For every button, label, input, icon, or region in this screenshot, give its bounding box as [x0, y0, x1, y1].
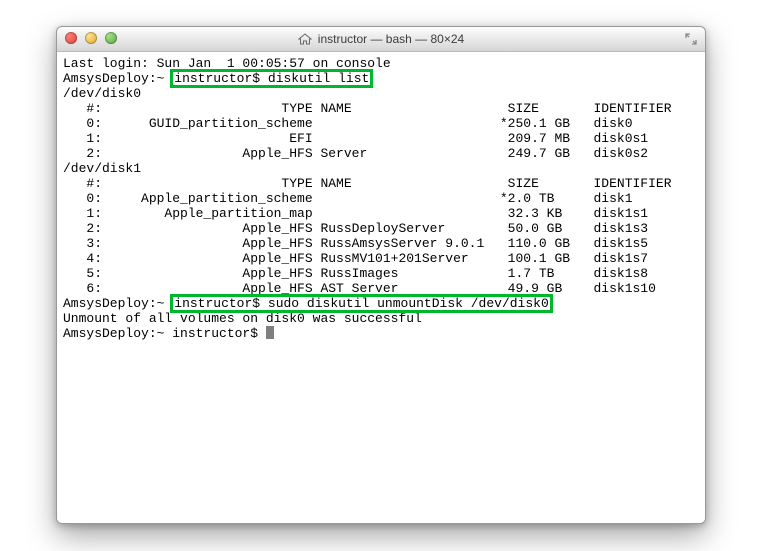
prompt-host: AmsysDeploy: [63, 71, 149, 86]
table-row: 0: Apple_partition_scheme *2.0 TB disk1: [63, 191, 633, 206]
cursor-icon: [266, 326, 274, 339]
prompt-user: instructor: [174, 296, 252, 311]
command-1: diskutil list: [268, 71, 369, 86]
terminal-window: instructor — bash — 80×24 Last login: Su…: [56, 26, 706, 524]
result-line: Unmount of all volumes on disk0 was succ…: [63, 311, 422, 326]
disk1-header: #: TYPE NAME SIZE IDENTIFIER: [63, 176, 672, 191]
table-row: 6: Apple_HFS AST Server 49.9 GB disk1s10: [63, 281, 656, 296]
trailing-prompt: AmsysDeploy:~ instructor$: [63, 326, 266, 341]
table-row: 0: GUID_partition_scheme *250.1 GB disk0: [63, 116, 633, 131]
table-row: 1: Apple_partition_map 32.3 KB disk1s1: [63, 206, 648, 221]
table-row: 2: Apple_HFS RussDeployServer 50.0 GB di…: [63, 221, 648, 236]
highlight-box-1: instructor$ diskutil list: [172, 71, 371, 86]
fullscreen-icon[interactable]: [685, 33, 697, 45]
last-login-line: Last login: Sun Jan 1 00:05:57 on consol…: [63, 56, 391, 71]
prompt-user: instructor: [174, 71, 252, 86]
table-row: 1: EFI 209.7 MB disk0s1: [63, 131, 648, 146]
table-row: 4: Apple_HFS RussMV101+201Server 100.1 G…: [63, 251, 648, 266]
table-row: 3: Apple_HFS RussAmsysServer 9.0.1 110.0…: [63, 236, 648, 251]
table-row: 5: Apple_HFS RussImages 1.7 TB disk1s8: [63, 266, 648, 281]
prompt-host: AmsysDeploy: [63, 296, 149, 311]
disk1-device: /dev/disk1: [63, 161, 141, 176]
window-title-text: instructor — bash — 80×24: [318, 32, 464, 46]
highlight-box-2: instructor$ sudo diskutil unmountDisk /d…: [172, 296, 551, 311]
terminal-viewport[interactable]: Last login: Sun Jan 1 00:05:57 on consol…: [57, 52, 705, 523]
command-2: sudo diskutil unmountDisk /dev/disk0: [268, 296, 549, 311]
disk0-device: /dev/disk0: [63, 86, 141, 101]
terminal-output: Last login: Sun Jan 1 00:05:57 on consol…: [63, 56, 699, 341]
table-row: 2: Apple_HFS Server 249.7 GB disk0s2: [63, 146, 648, 161]
disk0-header: #: TYPE NAME SIZE IDENTIFIER: [63, 101, 672, 116]
home-icon: [298, 33, 312, 45]
title-bar[interactable]: instructor — bash — 80×24: [57, 27, 705, 52]
window-title: instructor — bash — 80×24: [57, 27, 705, 51]
